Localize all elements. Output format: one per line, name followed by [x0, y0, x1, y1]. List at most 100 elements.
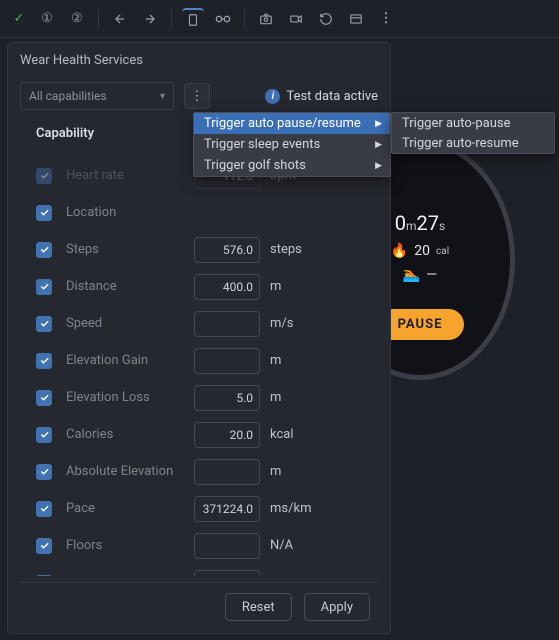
- panel-title: Wear Health Services: [20, 53, 378, 68]
- camera-icon[interactable]: [255, 8, 277, 30]
- cap-unit: m: [270, 353, 281, 368]
- panel-controls-row: All capabilities ▾ ⋮ i Test data active: [20, 82, 378, 110]
- cap-unit: m: [270, 390, 281, 405]
- cap-input[interactable]: [194, 385, 260, 411]
- cap-floors: Floors N/A: [36, 527, 378, 564]
- watch-swim-row: 🏊 —: [403, 267, 437, 283]
- cap-label: Calories: [66, 427, 194, 442]
- cap-label: Elevation Gain: [66, 353, 194, 368]
- checkbox[interactable]: [36, 353, 52, 369]
- checkbox[interactable]: [36, 538, 52, 554]
- chevron-right-icon: ▶: [375, 161, 382, 171]
- test-data-badge: i Test data active: [265, 89, 378, 104]
- checkbox[interactable]: [36, 316, 52, 332]
- checkbox[interactable]: [36, 427, 52, 443]
- watch-min-unit: m: [406, 219, 417, 233]
- panel-footer: Reset Apply: [20, 582, 378, 625]
- apply-button[interactable]: Apply: [304, 593, 370, 621]
- cap-label: Speed: [66, 316, 194, 331]
- submenu-auto-resume[interactable]: Trigger auto-resume: [392, 133, 554, 153]
- rotate-icon[interactable]: [315, 8, 337, 30]
- clock2-icon[interactable]: ②: [66, 8, 88, 30]
- capabilities-select-label: All capabilities: [29, 89, 107, 103]
- swim-icon: 🏊: [403, 267, 420, 283]
- menu-trigger-golf[interactable]: Trigger golf shots ▶: [194, 155, 390, 176]
- cap-unit: m: [270, 464, 281, 479]
- watch-min: 0: [395, 211, 406, 235]
- capability-list: Heart rate bpm Location Steps steps Dist…: [20, 157, 378, 576]
- cap-input[interactable]: [194, 237, 260, 263]
- watch-sec: 27: [417, 211, 439, 235]
- cap-steps: Steps steps: [36, 231, 378, 268]
- cap-label: Pace: [66, 501, 194, 516]
- glasses-icon[interactable]: [212, 8, 234, 30]
- cap-unit: kcal: [270, 427, 294, 442]
- checkbox[interactable]: [36, 205, 52, 221]
- menu-trigger-sleep[interactable]: Trigger sleep events ▶: [194, 134, 390, 155]
- watch-calories: 20: [414, 243, 430, 259]
- cap-distance: Distance m: [36, 268, 378, 305]
- clock1-icon[interactable]: ①: [36, 8, 58, 30]
- cap-unit: N/A: [270, 538, 293, 553]
- cap-input[interactable]: [194, 311, 260, 337]
- cap-label: Steps: [66, 242, 194, 257]
- cap-speed: Speed m/s: [36, 305, 378, 342]
- test-data-label: Test data active: [286, 89, 378, 104]
- menu-trigger-auto-pause-resume[interactable]: Trigger auto pause/resume ▶: [194, 113, 390, 134]
- context-menu: Trigger auto pause/resume ▶ Trigger slee…: [193, 112, 391, 177]
- submenu-auto-pause[interactable]: Trigger auto-pause: [392, 113, 554, 133]
- menu-item-label: Trigger golf shots: [204, 158, 306, 173]
- cap-elev-gain: Elevation Gain m: [36, 342, 378, 379]
- cap-input[interactable]: [194, 496, 260, 522]
- separator: [98, 9, 99, 29]
- toolbar: ✓ ① ② ⋮: [0, 0, 559, 38]
- separator: [244, 9, 245, 29]
- cap-input[interactable]: [194, 533, 260, 559]
- cap-steps-min: Steps per min steps/min: [36, 564, 378, 576]
- cap-label: Absolute Elevation: [66, 464, 194, 479]
- reset-button[interactable]: Reset: [225, 593, 292, 621]
- menu-item-label: Trigger auto pause/resume: [204, 116, 361, 131]
- cap-input[interactable]: [194, 570, 260, 577]
- cap-input[interactable]: [194, 422, 260, 448]
- cap-calories: Calories kcal: [36, 416, 378, 453]
- watch-time: 0m27s: [395, 211, 445, 235]
- device-icon[interactable]: [182, 8, 204, 30]
- chevron-down-icon: ▾: [160, 91, 165, 102]
- cap-unit: m: [270, 279, 281, 294]
- cap-location: Location: [36, 194, 378, 231]
- forward-icon[interactable]: [139, 8, 161, 30]
- submenu-label: Trigger auto-pause: [402, 116, 510, 131]
- cap-pace: Pace ms/km: [36, 490, 378, 527]
- fire-icon: 🔥: [391, 243, 408, 259]
- checkbox[interactable]: [36, 575, 52, 577]
- cap-unit: steps/min: [270, 575, 329, 576]
- cap-unit: steps: [270, 242, 302, 257]
- submenu-label: Trigger auto-resume: [402, 136, 519, 151]
- chevron-right-icon: ▶: [375, 119, 382, 129]
- back-icon[interactable]: [109, 8, 131, 30]
- layout-icon[interactable]: [345, 8, 367, 30]
- cap-input[interactable]: [194, 348, 260, 374]
- check-icon: ✓: [10, 11, 28, 26]
- cap-label: Location: [66, 205, 194, 220]
- checkbox[interactable]: [36, 390, 52, 406]
- checkbox[interactable]: [36, 279, 52, 295]
- video-icon[interactable]: [285, 8, 307, 30]
- chevron-right-icon: ▶: [375, 140, 382, 150]
- capabilities-select[interactable]: All capabilities ▾: [20, 82, 174, 110]
- separator: [171, 9, 172, 29]
- cap-label: Elevation Loss: [66, 390, 194, 405]
- kebab-button[interactable]: ⋮: [184, 83, 210, 109]
- cap-label: Floors: [66, 538, 194, 553]
- more-icon[interactable]: ⋮: [375, 8, 397, 30]
- cap-input[interactable]: [194, 459, 260, 485]
- checkbox[interactable]: [36, 501, 52, 517]
- checkbox[interactable]: [36, 464, 52, 480]
- menu-item-label: Trigger sleep events: [204, 137, 320, 152]
- cap-input[interactable]: [194, 274, 260, 300]
- checkbox[interactable]: [36, 242, 52, 258]
- checkbox[interactable]: [36, 168, 52, 184]
- watch-calories-row: 🔥 20 cal: [391, 243, 449, 259]
- cap-label: Steps per min: [66, 575, 194, 576]
